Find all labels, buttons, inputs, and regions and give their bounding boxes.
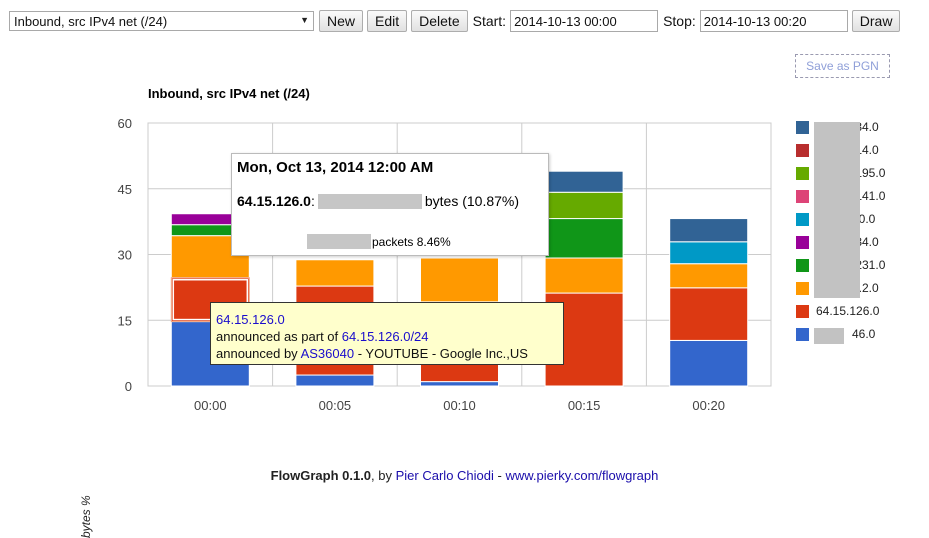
redacted-block — [814, 122, 860, 298]
x-tick-label: 00:00 — [194, 398, 227, 413]
legend-item: 64.15.126.0 — [796, 304, 916, 318]
y-tick-label: 0 — [125, 379, 132, 394]
x-tick-label: 00:05 — [319, 398, 352, 413]
hover-tooltip: Mon, Oct 13, 2014 12:00 AM 64.15.126.0 :… — [231, 153, 549, 256]
legend-swatch — [796, 189, 809, 203]
bar-segment — [669, 218, 749, 243]
bar-segment — [669, 339, 749, 387]
network-link[interactable]: 64.15.126.0 — [216, 312, 285, 327]
announced-part-prefix: announced as part of — [216, 329, 342, 344]
asn-description: - YOUTUBE - Google Inc.,US — [354, 346, 528, 361]
bar-segment — [669, 263, 749, 289]
tooltip-colon: : — [310, 193, 315, 209]
asn-link[interactable]: AS36040 — [301, 346, 355, 361]
bar-segment — [544, 257, 624, 294]
tooltip-date: Mon, Oct 13, 2014 12:00 AM — [237, 159, 434, 176]
y-tick-label: 45 — [118, 182, 132, 197]
tooltip-bytes: bytes (10.87%) — [424, 193, 520, 209]
tooltip-bytes-line: 64.15.126.0 : bytes (10.87%) — [237, 193, 519, 209]
legend-swatch — [796, 120, 809, 134]
x-tick-label: 00:15 — [568, 398, 601, 413]
bar-segment — [420, 257, 499, 303]
x-tick-label: 00:10 — [443, 398, 476, 413]
bar-segment — [669, 287, 749, 341]
redacted-block — [317, 193, 422, 209]
bar-segment — [295, 259, 375, 287]
legend-swatch — [796, 258, 809, 272]
legend-swatch — [796, 166, 809, 180]
legend-swatch — [796, 235, 809, 249]
legend-swatch — [796, 327, 809, 341]
app-name: FlowGraph 0.1.0 — [270, 468, 372, 483]
legend-swatch — [796, 143, 809, 157]
tooltip-network: 64.15.126.0 — [237, 193, 311, 209]
y-tick-label: 30 — [118, 248, 132, 263]
author-link[interactable]: Pier Carlo Chiodi — [396, 468, 494, 483]
legend-label: 64.15.126.0 — [816, 304, 880, 318]
footer: FlowGraph 0.1.0, by Pier Carlo Chiodi - … — [0, 468, 929, 483]
footer-sep: - — [493, 468, 506, 483]
footer-by: , by — [371, 468, 396, 483]
legend-swatch — [796, 304, 809, 318]
legend-swatch — [796, 212, 809, 226]
network-info-tooltip: 64.15.126.0 announced as part of 64.15.1… — [210, 302, 564, 365]
y-tick-label: 15 — [118, 313, 132, 328]
tooltip-packets-line: packets 8.46% — [307, 234, 451, 249]
bar-segment — [669, 241, 749, 265]
x-tick-label: 00:20 — [692, 398, 725, 413]
website-link[interactable]: www.pierky.com/flowgraph — [505, 468, 658, 483]
tooltip-packets: packets 8.46% — [372, 234, 451, 249]
announced-by-prefix: announced by — [216, 346, 301, 361]
legend-label: 46.0 — [852, 327, 876, 341]
y-axis-label: bytes % — [79, 495, 93, 538]
y-tick-label: 60 — [118, 116, 132, 131]
bar-segment — [295, 374, 375, 387]
legend-swatch — [796, 281, 809, 295]
bar-segment — [544, 218, 624, 259]
redacted-block — [814, 328, 844, 344]
redacted-block — [307, 234, 371, 249]
prefix-link[interactable]: 64.15.126.0/24 — [342, 329, 429, 344]
bar-segment — [544, 170, 624, 193]
bar-segment — [544, 191, 624, 220]
bar-segment — [420, 381, 499, 387]
